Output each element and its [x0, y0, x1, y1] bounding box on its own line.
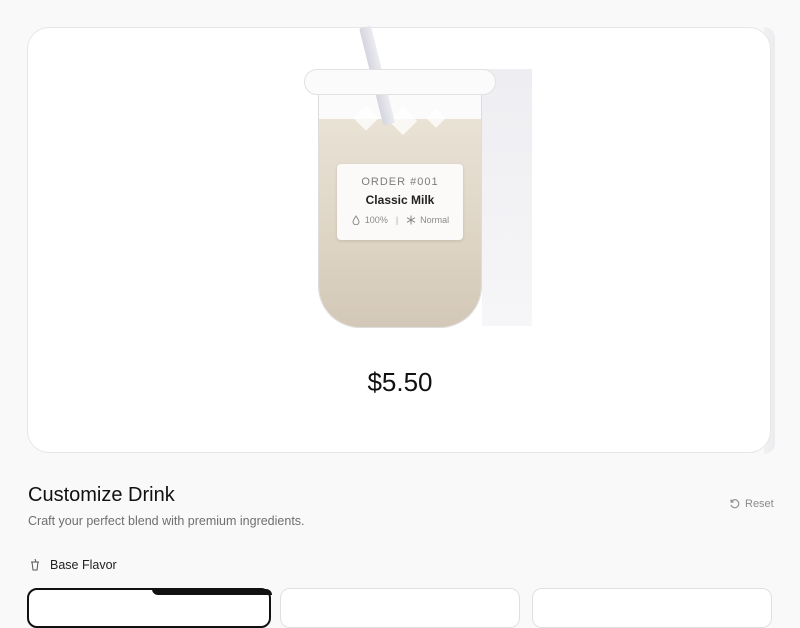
reset-button[interactable]: Reset — [729, 498, 774, 510]
drop-icon — [352, 215, 360, 225]
base-flavor-heading: Base Flavor — [28, 558, 117, 572]
order-label-card: ORDER #001 Classic Milk 100% | Normal — [337, 164, 463, 240]
ice-level-value: Normal — [420, 215, 450, 225]
meta-divider: | — [395, 215, 399, 225]
customize-title: Customize Drink — [28, 484, 175, 506]
reset-label: Reset — [745, 498, 774, 510]
cup-icon — [31, 558, 39, 571]
flavor-option[interactable] — [27, 588, 272, 628]
selected-badge — [152, 589, 272, 595]
drink-name: Classic Milk — [365, 193, 435, 207]
customize-subtitle: Craft your perfect blend with premium in… — [28, 514, 305, 528]
cup-lid — [304, 69, 496, 95]
order-number: ORDER #001 — [361, 176, 439, 188]
flavor-option[interactable] — [532, 588, 772, 628]
cup-shadow — [482, 69, 532, 326]
flavor-option[interactable] — [280, 588, 520, 628]
order-meta: 100% | Normal — [337, 215, 463, 225]
rotate-ccw-icon — [730, 499, 740, 509]
snowflake-icon — [406, 215, 416, 225]
price-display: $5.50 — [367, 367, 433, 397]
sweetness-value: 100% — [364, 215, 388, 225]
base-flavor-label: Base Flavor — [50, 558, 117, 572]
